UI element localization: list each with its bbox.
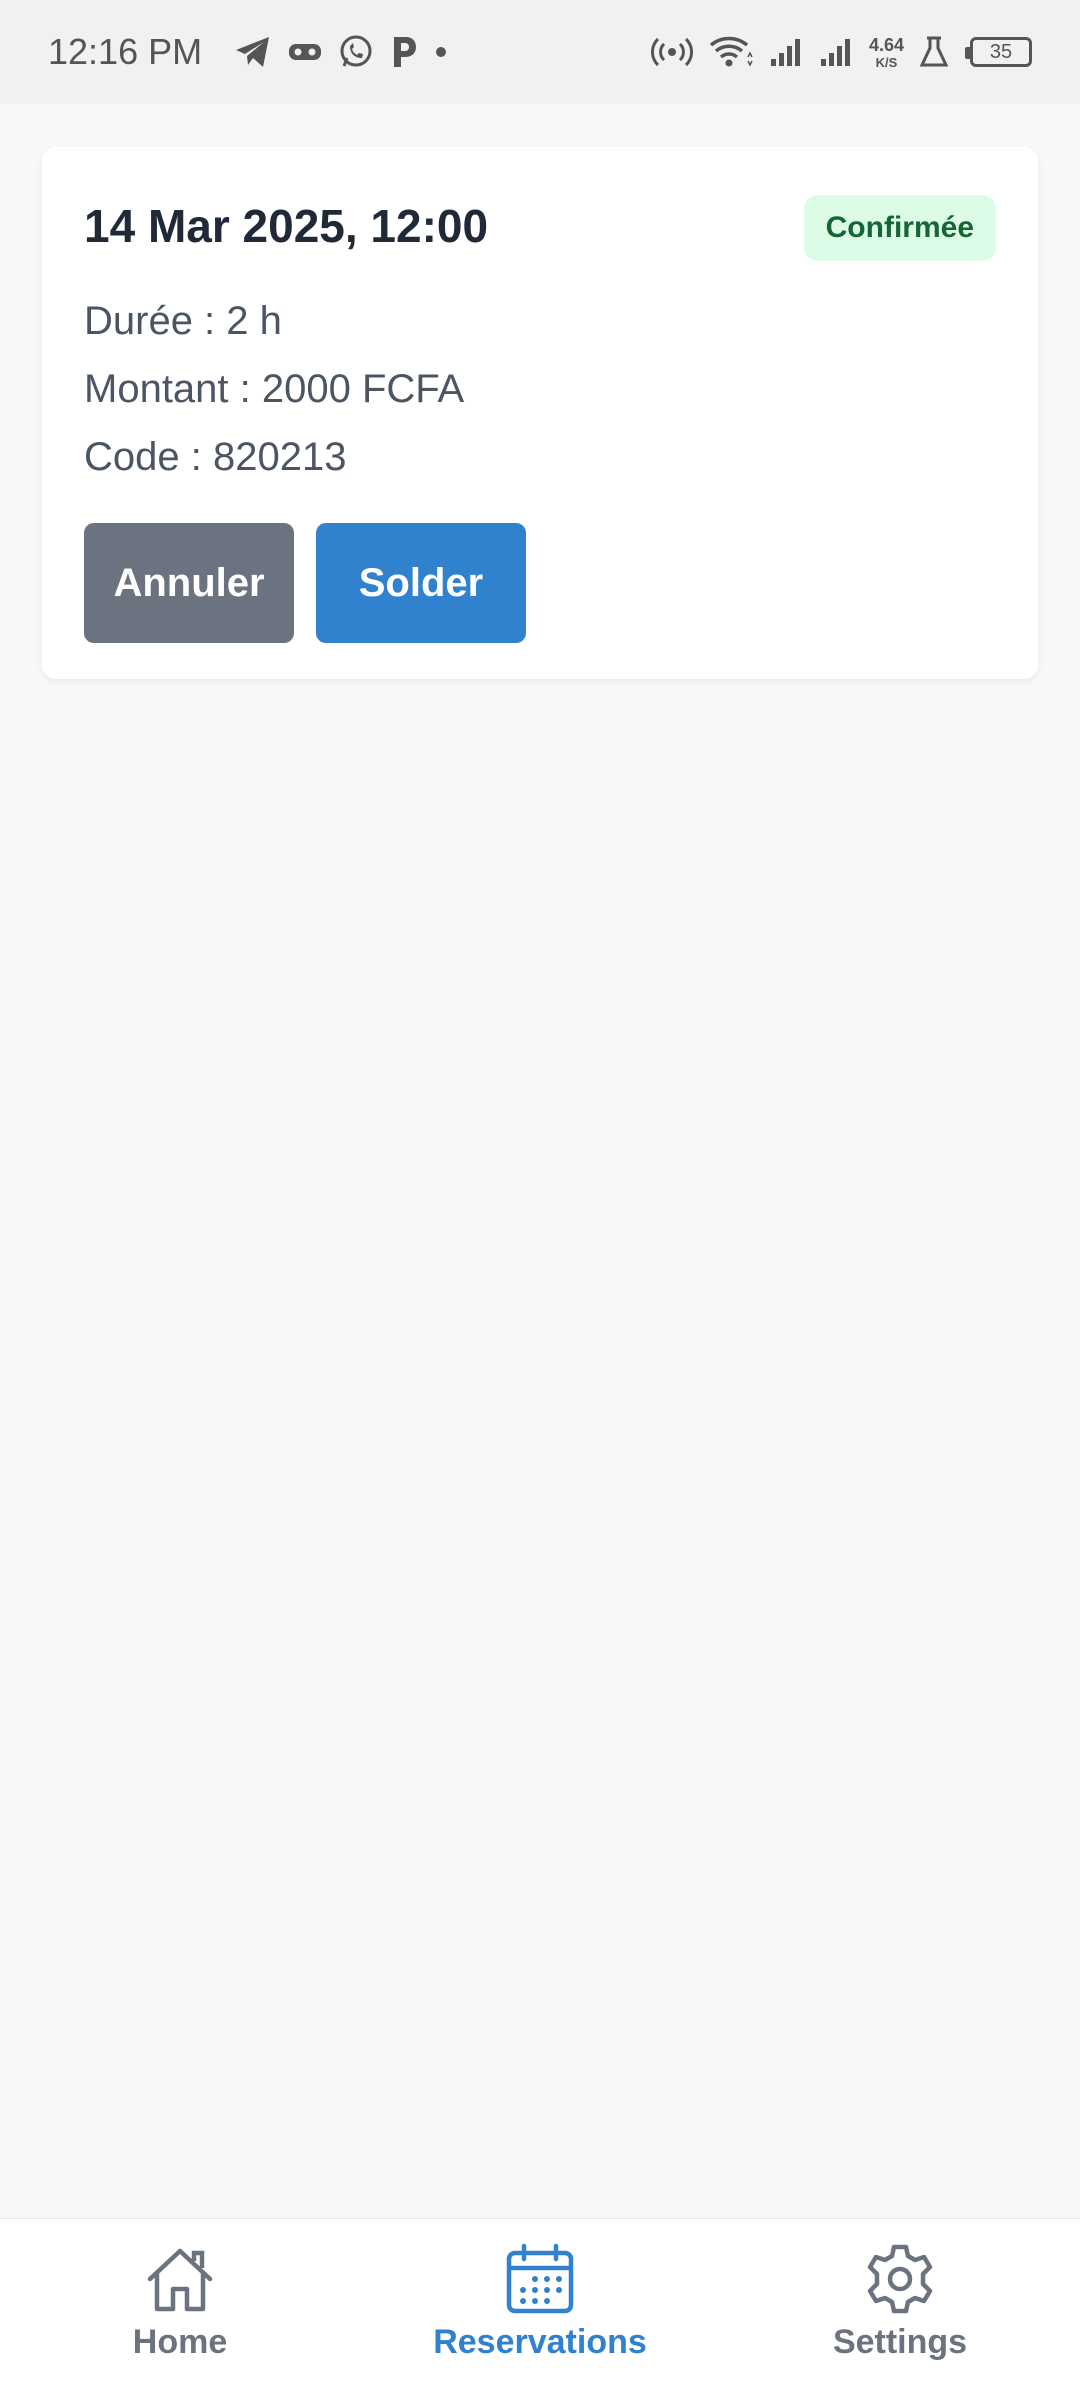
network-speed-unit: K/S [875,54,898,70]
gear-icon [867,2244,933,2314]
reservation-actions: Annuler Solder [84,523,996,643]
reservation-datetime: 14 Mar 2025, 12:00 [84,200,489,252]
wifi-icon [709,35,753,69]
whatsapp-icon [338,34,374,70]
reservation-card: 14 Mar 2025, 12:00 Confirmée Durée : 2 h… [42,147,1038,679]
lab-icon [920,36,948,68]
parking-icon [390,35,418,69]
reservation-duration: Durée : 2 h [84,299,282,343]
nav-item-settings[interactable]: Settings [720,2219,1080,2400]
reservation-code: Code : 820213 [84,435,347,479]
game-icon [288,41,322,63]
pay-button[interactable]: Solder [316,523,526,643]
home-icon [147,2248,213,2312]
status-bar-right: 4.64 K/S 35 [643,35,1032,69]
notification-dot-icon [436,47,447,57]
network-speed-value: 4.64 [868,34,904,55]
status-bar: 12:16 PM 4.64 K/S 35 [0,0,1080,104]
network-speed: 4.64 K/S [869,36,904,69]
battery-level: 35 [989,40,1013,63]
nav-label-home: Home [132,2323,228,2361]
reservation-card-header: 14 Mar 2025, 12:00 Confirmée [84,195,996,261]
status-badge: Confirmée [803,195,996,261]
bottom-nav: Home Reservations Settings [0,2218,1080,2400]
signal-icon [819,37,853,67]
status-bar-left: 12:16 PM [48,31,447,73]
calendar-icon [506,2243,574,2314]
nav-item-home[interactable]: Home [0,2219,360,2400]
signal-icon [769,37,803,67]
hotspot-icon [650,37,693,67]
cancel-button[interactable]: Annuler [84,523,294,643]
nav-label-settings: Settings [832,2323,968,2361]
nav-label-reservations: Reservations [433,2323,647,2361]
status-time: 12:16 PM [48,31,203,72]
telegram-icon [234,35,272,69]
nav-item-reservations[interactable]: Reservations [360,2219,720,2400]
reservation-amount: Montant : 2000 FCFA [84,367,465,411]
battery-icon: 35 [965,37,1032,67]
